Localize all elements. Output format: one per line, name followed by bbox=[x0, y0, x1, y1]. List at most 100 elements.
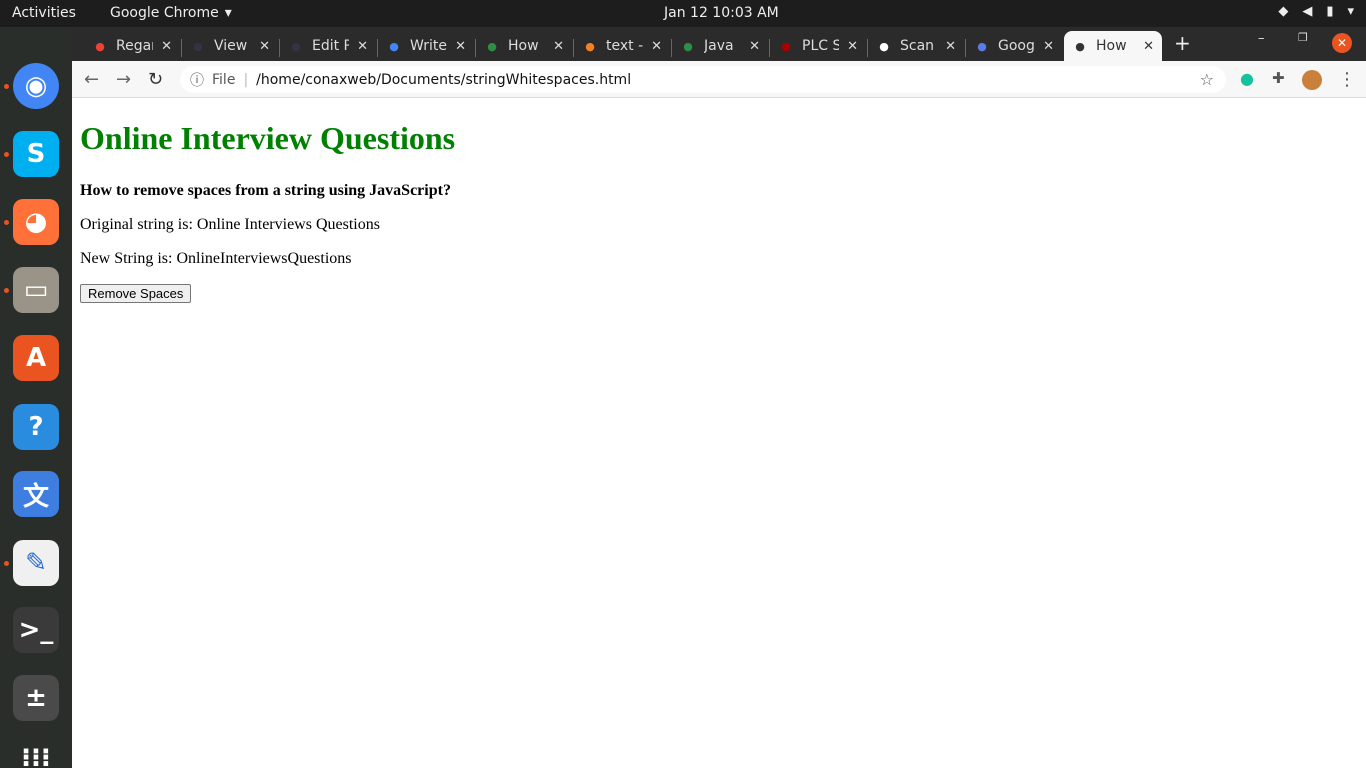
address-bar[interactable]: ⓘ File | /home/conaxweb/Documents/string… bbox=[180, 66, 1226, 93]
system-top-bar: Activities Google Chrome ▾ Jan 12 10:03 A… bbox=[0, 0, 1366, 27]
stackoverflow-icon: ● bbox=[585, 39, 595, 53]
caret-down-icon: ▾ bbox=[224, 5, 232, 21]
url-text[interactable]: /home/conaxweb/Documents/stringWhitespac… bbox=[256, 72, 631, 88]
close-icon[interactable]: ✕ bbox=[1143, 39, 1154, 54]
tab[interactable]: ● Edit Post ✕ bbox=[280, 31, 376, 61]
extensions-icon[interactable]: ✚ bbox=[1272, 69, 1285, 87]
tab[interactable]: ● text - ✕ bbox=[574, 31, 670, 61]
gear-icon: ● bbox=[193, 39, 203, 53]
close-icon[interactable]: ✕ bbox=[749, 39, 760, 54]
system-tray[interactable]: ◆ ◀ ▮ ▾ bbox=[1278, 4, 1354, 19]
tab[interactable]: ● PLC S ✕ bbox=[770, 31, 866, 61]
new-tab-icon[interactable]: + bbox=[1174, 31, 1191, 55]
running-indicator bbox=[4, 220, 9, 225]
gfg-icon: ● bbox=[683, 39, 693, 53]
running-indicator bbox=[4, 288, 9, 293]
maximize-icon[interactable]: ❐ bbox=[1298, 31, 1308, 44]
running-indicator bbox=[4, 84, 9, 89]
running-indicator bbox=[4, 561, 9, 566]
app-grid-icon[interactable]: ⁝⁝⁝ bbox=[13, 735, 59, 781]
close-icon[interactable]: ✕ bbox=[161, 39, 172, 54]
close-icon[interactable]: ✕ bbox=[847, 39, 858, 54]
tab-divider bbox=[377, 39, 378, 57]
page-title: Online Interview Questions bbox=[80, 120, 456, 156]
tab-title: PLC S bbox=[802, 38, 840, 54]
page-content: Online Interview Questions How to remove… bbox=[72, 99, 1366, 768]
tab-divider bbox=[867, 39, 868, 57]
info-icon[interactable]: ⓘ bbox=[190, 70, 204, 90]
gear-icon: ● bbox=[291, 39, 301, 53]
forward-icon[interactable]: → bbox=[116, 69, 131, 90]
tab-divider bbox=[279, 39, 280, 57]
tab[interactable]: ● How ✕ bbox=[1064, 31, 1162, 61]
software-center-icon[interactable]: A bbox=[13, 335, 59, 381]
close-icon[interactable]: ✕ bbox=[553, 39, 564, 54]
tab-divider bbox=[671, 39, 672, 57]
avatar[interactable] bbox=[1302, 70, 1322, 90]
app-menu[interactable]: Google Chrome ▾ bbox=[110, 5, 232, 21]
menu-icon[interactable]: ⋮ bbox=[1338, 69, 1356, 90]
tab[interactable]: ● View ✕ bbox=[182, 31, 278, 61]
reload-icon[interactable]: ↻ bbox=[148, 69, 163, 90]
tab[interactable]: ● How ✕ bbox=[476, 31, 572, 61]
tab-divider bbox=[769, 39, 770, 57]
question-heading: How to remove spaces from a string using… bbox=[80, 182, 451, 199]
tab-title: Edit Post bbox=[312, 38, 350, 54]
bookmark-star-icon[interactable]: ☆ bbox=[1200, 70, 1214, 89]
close-icon[interactable]: ✕ bbox=[259, 39, 270, 54]
dock: ◉ S ◕ ▭ A? 文 ✎ >_ ± ⁝⁝⁝ bbox=[0, 27, 72, 773]
caret-down-icon: ▾ bbox=[1347, 4, 1354, 19]
close-icon[interactable]: ✕ bbox=[651, 39, 662, 54]
grammarly-icon[interactable]: ● bbox=[1240, 69, 1254, 88]
help-icon[interactable]: ? bbox=[13, 404, 59, 450]
tab[interactable]: ● Scan ✕ bbox=[868, 31, 964, 61]
tab-divider bbox=[965, 39, 966, 57]
files-icon[interactable]: ▭ bbox=[13, 267, 59, 313]
browser-toolbar: ← → ↻ ⓘ File | /home/conaxweb/Documents/… bbox=[72, 61, 1366, 98]
tab-title: text - bbox=[606, 38, 644, 54]
scan-icon: ● bbox=[879, 39, 889, 53]
tab-title: Write bbox=[410, 38, 447, 54]
activities-button[interactable]: Activities bbox=[12, 5, 76, 21]
skype-icon[interactable]: S bbox=[13, 131, 59, 177]
tab-title: Scan bbox=[900, 38, 935, 54]
google-icon: ● bbox=[389, 39, 399, 53]
google-translate-icon: ● bbox=[977, 39, 987, 53]
tab-title: How bbox=[1096, 38, 1127, 54]
tab-divider bbox=[573, 39, 574, 57]
tab-title: View bbox=[214, 38, 248, 54]
tab[interactable]: ● Regarding ✕ bbox=[84, 31, 180, 61]
tab[interactable]: ● Write ✕ bbox=[378, 31, 474, 61]
new-string: New String is: OnlineInterviewsQuestions bbox=[80, 250, 352, 267]
text-editor-icon[interactable]: ✎ bbox=[13, 540, 59, 586]
running-indicator bbox=[4, 152, 9, 157]
gmail-icon: ● bbox=[95, 39, 105, 53]
chrome-icon[interactable]: ◉ bbox=[13, 63, 59, 109]
battery-icon: ▮ bbox=[1326, 4, 1334, 19]
close-icon[interactable]: ✕ bbox=[1043, 39, 1054, 54]
volume-icon: ◀ bbox=[1302, 4, 1313, 19]
tab-title: How bbox=[508, 38, 539, 54]
divider: | bbox=[243, 71, 249, 88]
tab-title: Regarding bbox=[116, 38, 153, 54]
tab-title: Goog bbox=[998, 38, 1035, 54]
close-icon[interactable]: ✕ bbox=[357, 39, 368, 54]
minimize-icon[interactable]: – bbox=[1258, 31, 1265, 46]
clock[interactable]: Jan 12 10:03 AM bbox=[664, 5, 779, 21]
close-icon[interactable]: ✕ bbox=[455, 39, 466, 54]
back-icon[interactable]: ← bbox=[84, 69, 99, 90]
remove-spaces-button[interactable]: Remove Spaces bbox=[80, 284, 192, 303]
scheme-label: File bbox=[212, 71, 236, 88]
tab[interactable]: ● Java ✕ bbox=[672, 31, 768, 61]
calculator-icon[interactable]: ± bbox=[13, 675, 59, 721]
tab[interactable]: ● Goog ✕ bbox=[966, 31, 1062, 61]
app-name: Google Chrome bbox=[110, 5, 219, 21]
tab-title: Java bbox=[704, 38, 734, 54]
translate-icon[interactable]: 文 bbox=[13, 471, 59, 517]
close-icon[interactable]: ✕ bbox=[945, 39, 956, 54]
a2z-icon: ● bbox=[781, 39, 791, 53]
terminal-icon[interactable]: >_ bbox=[13, 607, 59, 653]
gfg-icon: ● bbox=[487, 39, 497, 53]
firefox-icon[interactable]: ◕ bbox=[13, 199, 59, 245]
window-close-button[interactable]: ✕ bbox=[1332, 33, 1352, 53]
